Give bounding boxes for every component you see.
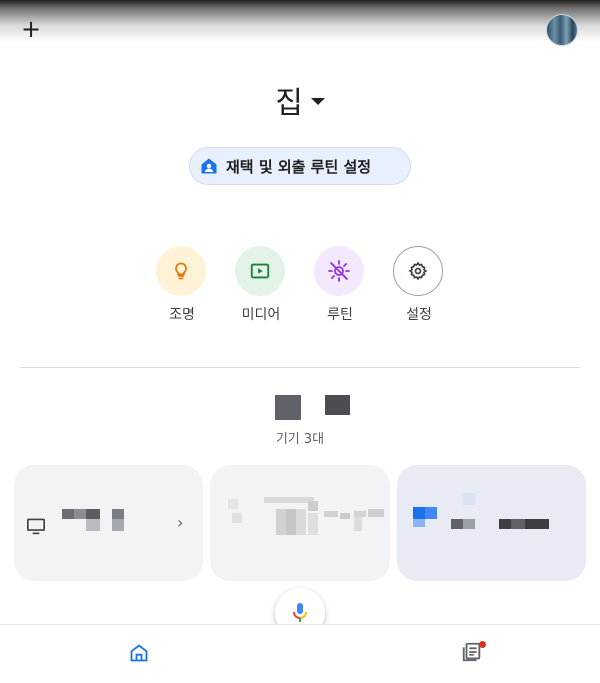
tv-icon bbox=[27, 518, 45, 535]
settings-button[interactable] bbox=[393, 246, 443, 296]
nav-home-tab[interactable] bbox=[129, 643, 149, 667]
routine-button[interactable] bbox=[314, 246, 364, 296]
action-settings[interactable]: 설정 bbox=[393, 246, 445, 324]
notification-dot bbox=[479, 641, 486, 648]
action-lights[interactable]: 조명 bbox=[156, 246, 208, 324]
lightbulb-button[interactable] bbox=[156, 246, 206, 296]
routine-icon bbox=[328, 260, 350, 282]
nav-feed-tab[interactable] bbox=[461, 641, 486, 667]
action-label: 미디어 bbox=[241, 307, 281, 323]
device-name-redacted bbox=[228, 495, 388, 535]
device-count: 기기 3대 bbox=[275, 432, 325, 447]
device-card-3[interactable] bbox=[397, 465, 586, 581]
caret-down-icon bbox=[310, 98, 325, 105]
device-card-2[interactable] bbox=[210, 465, 390, 581]
gear-icon bbox=[408, 261, 428, 281]
room-name-redacted bbox=[275, 395, 350, 420]
lightbulb-icon bbox=[175, 262, 187, 280]
routine-chip-label: 재택 및 외출 루틴 설정 bbox=[226, 157, 372, 176]
home-title: 집 bbox=[275, 86, 303, 121]
home-icon bbox=[130, 644, 148, 662]
media-button[interactable] bbox=[235, 246, 285, 296]
device-name-redacted bbox=[413, 493, 553, 533]
home-person-icon bbox=[201, 158, 217, 174]
add-button[interactable]: + bbox=[18, 16, 44, 42]
section-divider bbox=[20, 367, 580, 368]
action-media[interactable]: 미디어 bbox=[235, 246, 287, 324]
home-selector[interactable]: 집 bbox=[0, 78, 600, 122]
media-icon bbox=[250, 263, 270, 279]
bottom-navigation bbox=[0, 624, 600, 683]
device-card-tv[interactable]: › bbox=[14, 465, 203, 581]
action-label: 설정 bbox=[406, 307, 432, 323]
status-bar-shade bbox=[0, 0, 600, 56]
avatar[interactable] bbox=[546, 14, 578, 46]
chevron-right-icon: › bbox=[177, 513, 184, 532]
action-label: 루틴 bbox=[327, 307, 353, 323]
device-name-redacted bbox=[62, 509, 126, 531]
routine-setup-chip[interactable]: 재택 및 외출 루틴 설정 bbox=[189, 147, 411, 185]
action-label: 조명 bbox=[169, 307, 195, 323]
action-routines[interactable]: 루틴 bbox=[314, 246, 366, 324]
mic-icon bbox=[293, 603, 307, 622]
